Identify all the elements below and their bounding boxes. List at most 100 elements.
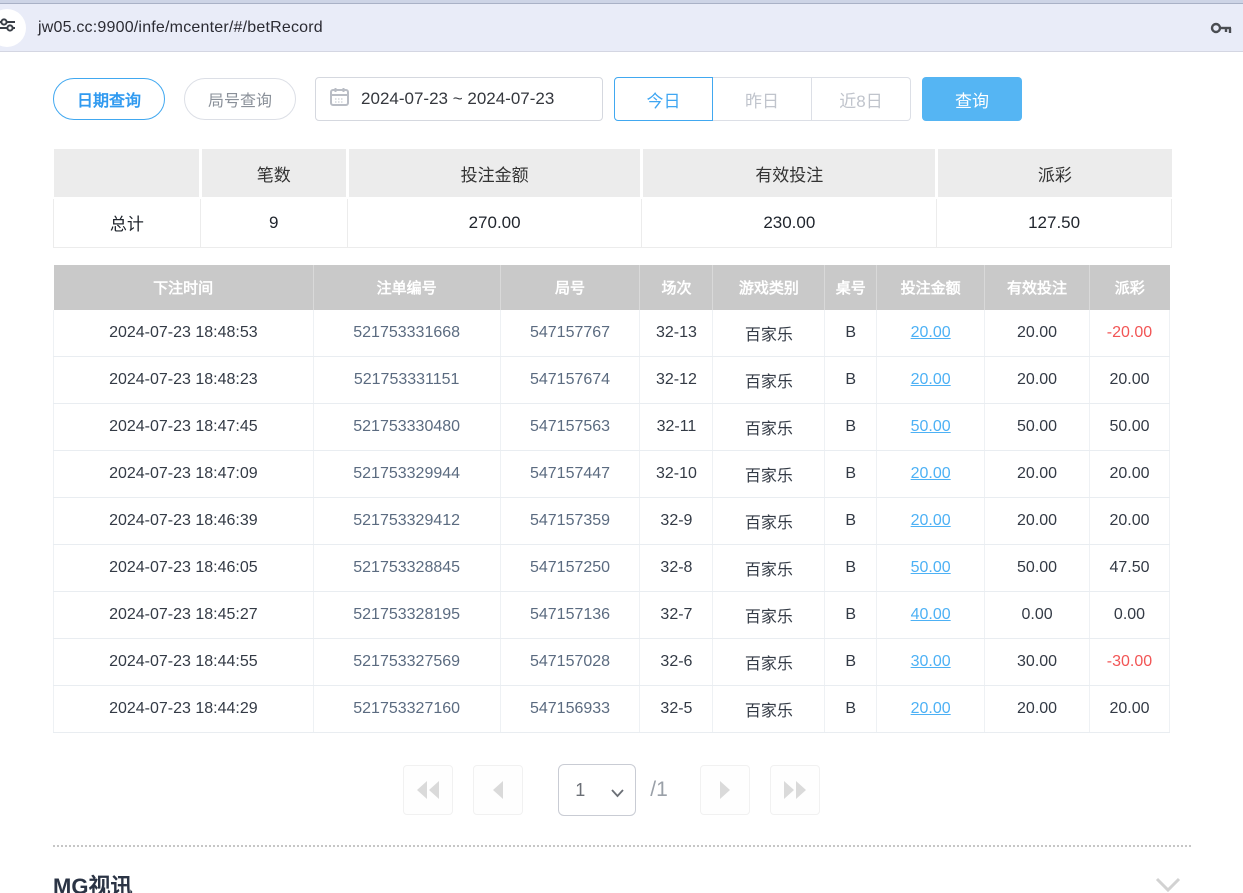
cell-payout: 47.50 — [1089, 545, 1169, 592]
next-page-button[interactable] — [700, 765, 750, 815]
header-payout: 派彩 — [1089, 265, 1169, 310]
cell-time: 2024-07-23 18:47:09 — [54, 451, 314, 498]
cell-round-no: 547157136 — [500, 592, 640, 639]
date-range-value: 2024-07-23 ~ 2024-07-23 — [361, 89, 554, 109]
cell-payout: 20.00 — [1089, 686, 1169, 733]
pagination: 1 /1 — [53, 764, 1170, 816]
cell-payout: -30.00 — [1089, 639, 1169, 686]
header-bet-amount: 投注金额 — [877, 265, 985, 310]
bet-amount-link[interactable]: 20.00 — [911, 700, 951, 717]
cell-session: 32-8 — [640, 545, 713, 592]
cell-payout: 50.00 — [1089, 404, 1169, 451]
cell-order-no: 521753330480 — [313, 404, 500, 451]
table-row: 2024-07-23 18:47:09521753329944547157447… — [54, 451, 1170, 498]
cell-order-no: 521753331151 — [313, 357, 500, 404]
cell-session: 32-13 — [640, 310, 713, 357]
cell-time: 2024-07-23 18:47:45 — [54, 404, 314, 451]
cell-valid: 50.00 — [985, 545, 1090, 592]
bet-amount-link[interactable]: 20.00 — [911, 324, 951, 341]
summary-total-label: 总计 — [54, 198, 201, 247]
collapse-chevron-icon[interactable] — [1155, 877, 1181, 893]
cell-time: 2024-07-23 18:44:55 — [54, 639, 314, 686]
cell-game: 百家乐 — [713, 404, 825, 451]
bet-amount-link[interactable]: 20.00 — [911, 465, 951, 482]
cell-game: 百家乐 — [713, 592, 825, 639]
bet-amount-link[interactable]: 20.00 — [911, 512, 951, 529]
last-page-button[interactable] — [770, 765, 820, 815]
quick-date-group: 今日 昨日 近8日 — [614, 77, 911, 121]
cell-payout: 20.00 — [1089, 357, 1169, 404]
today-button[interactable]: 今日 — [614, 77, 713, 121]
site-info-button[interactable] — [0, 9, 26, 47]
key-icon[interactable] — [1209, 18, 1233, 43]
date-range-input[interactable]: 2024-07-23 ~ 2024-07-23 — [315, 77, 603, 121]
last-8-days-button[interactable]: 近8日 — [812, 77, 911, 121]
page-content: 日期查询 局号查询 2024-07-23 ~ 2024-07-23 今日 昨日 … — [0, 77, 1243, 893]
cell-table-no: B — [825, 310, 877, 357]
summary-total-row: 总计 9 270.00 230.00 127.50 — [54, 198, 1172, 247]
browser-address-bar[interactable]: jw05.cc:9900/infe/mcenter/#/betRecord — [0, 4, 1243, 52]
summary-total-bet-amount: 270.00 — [347, 198, 642, 247]
bet-amount-link[interactable]: 20.00 — [911, 371, 951, 388]
yesterday-button[interactable]: 昨日 — [713, 77, 812, 121]
header-bet-time: 下注时间 — [54, 265, 314, 310]
table-row: 2024-07-23 18:44:55521753327569547157028… — [54, 639, 1170, 686]
cell-valid: 30.00 — [985, 639, 1090, 686]
cell-round-no: 547157563 — [500, 404, 640, 451]
total-pages-label: /1 — [650, 778, 668, 802]
bet-amount-link[interactable]: 40.00 — [911, 606, 951, 623]
first-page-button[interactable] — [403, 765, 453, 815]
page-select[interactable]: 1 — [558, 764, 636, 816]
cell-round-no: 547157250 — [500, 545, 640, 592]
table-row: 2024-07-23 18:47:45521753330480547157563… — [54, 404, 1170, 451]
summary-total-valid-bet: 230.00 — [642, 198, 937, 247]
cell-table-no: B — [825, 357, 877, 404]
bet-record-table: 下注时间 注单编号 局号 场次 游戏类别 桌号 投注金额 有效投注 派彩 202… — [53, 265, 1170, 734]
cell-time: 2024-07-23 18:48:23 — [54, 357, 314, 404]
cell-session: 32-5 — [640, 686, 713, 733]
filter-toolbar: 日期查询 局号查询 2024-07-23 ~ 2024-07-23 今日 昨日 … — [53, 77, 1243, 121]
bet-amount-link[interactable]: 50.00 — [911, 559, 951, 576]
header-order-no: 注单编号 — [313, 265, 500, 310]
prev-page-button[interactable] — [473, 765, 523, 815]
tune-icon — [0, 15, 17, 40]
cell-order-no: 521753327569 — [313, 639, 500, 686]
cell-table-no: B — [825, 592, 877, 639]
cell-time: 2024-07-23 18:46:05 — [54, 545, 314, 592]
footer-section-title: MG视讯 — [53, 869, 1191, 893]
cell-bet: 50.00 — [877, 404, 985, 451]
header-valid-bet: 有效投注 — [985, 265, 1090, 310]
cell-table-no: B — [825, 639, 877, 686]
double-left-arrow-icon — [416, 781, 440, 799]
summary-header-valid-bet: 有效投注 — [642, 149, 937, 198]
table-row: 2024-07-23 18:45:27521753328195547157136… — [54, 592, 1170, 639]
cell-round-no: 547157447 — [500, 451, 640, 498]
cell-payout: 20.00 — [1089, 498, 1169, 545]
cell-session: 32-11 — [640, 404, 713, 451]
cell-game: 百家乐 — [713, 498, 825, 545]
cell-payout: 0.00 — [1089, 592, 1169, 639]
bet-amount-link[interactable]: 50.00 — [911, 418, 951, 435]
cell-order-no: 521753328845 — [313, 545, 500, 592]
search-button[interactable]: 查询 — [922, 77, 1022, 121]
cell-valid: 20.00 — [985, 451, 1090, 498]
table-row: 2024-07-23 18:48:23521753331151547157674… — [54, 357, 1170, 404]
url-text[interactable]: jw05.cc:9900/infe/mcenter/#/betRecord — [38, 19, 323, 37]
round-query-tab[interactable]: 局号查询 — [184, 78, 296, 120]
bet-amount-link[interactable]: 30.00 — [911, 653, 951, 670]
cell-valid: 20.00 — [985, 357, 1090, 404]
cell-payout: 20.00 — [1089, 451, 1169, 498]
cell-round-no: 547156933 — [500, 686, 640, 733]
cell-bet: 40.00 — [877, 592, 985, 639]
summary-header-count: 笔数 — [200, 149, 347, 198]
header-game-type: 游戏类别 — [713, 265, 825, 310]
record-header-row: 下注时间 注单编号 局号 场次 游戏类别 桌号 投注金额 有效投注 派彩 — [54, 265, 1170, 310]
date-query-tab[interactable]: 日期查询 — [53, 78, 165, 120]
right-arrow-icon — [718, 781, 732, 799]
cell-payout: -20.00 — [1089, 310, 1169, 357]
cell-order-no: 521753329944 — [313, 451, 500, 498]
table-row: 2024-07-23 18:46:05521753328845547157250… — [54, 545, 1170, 592]
cell-bet: 20.00 — [877, 310, 985, 357]
cell-round-no: 547157028 — [500, 639, 640, 686]
cell-session: 32-12 — [640, 357, 713, 404]
